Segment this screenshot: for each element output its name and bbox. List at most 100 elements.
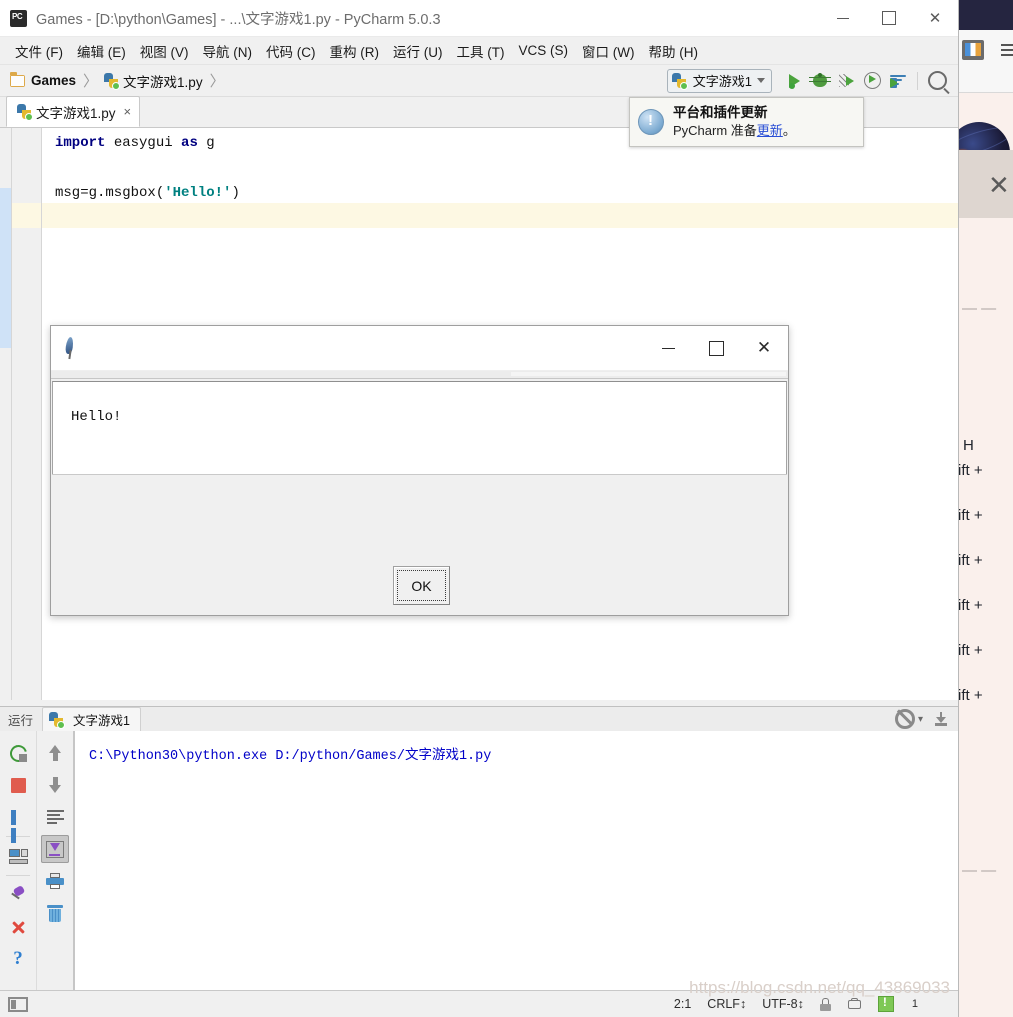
window-close-button[interactable]: ✕ <box>912 0 958 36</box>
window-title: Games - [D:\python\Games] - ...\文字游戏1.py… <box>36 11 441 28</box>
editor-tab-wenzi-youxi[interactable]: 文字游戏1.py × <box>6 96 141 127</box>
soft-wrap-button[interactable] <box>37 801 73 833</box>
export-icon[interactable] <box>934 712 948 726</box>
notification-balloon[interactable]: 平台和插件更新 PyCharm 准备更新。 <box>629 97 864 147</box>
chevron-down-icon[interactable] <box>757 78 765 83</box>
status-bar-right-group: 2:1 CRLF↕ UTF-8↕ 1 <box>674 995 958 1012</box>
pause-button[interactable] <box>0 801 36 843</box>
run-tool-window: 运行 文字游戏1 ▾ ? C:\Python30\python.exe D:/p… <box>0 706 958 1017</box>
layout-button[interactable] <box>0 840 36 872</box>
menu-run[interactable]: 运行 (U) <box>386 38 450 64</box>
run-config-python-icon <box>671 73 688 90</box>
close-button[interactable] <box>0 911 36 943</box>
run-tab[interactable]: 文字游戏1 <box>42 707 141 731</box>
code-line-3: msg=g.msgbox('Hello!') <box>55 185 240 201</box>
window-maximize-button[interactable] <box>866 0 912 36</box>
run-with-console-button[interactable] <box>885 69 911 93</box>
background-close-icon[interactable]: ✕ <box>988 170 1010 201</box>
editor-marker-strip[interactable] <box>0 128 12 700</box>
search-button[interactable] <box>924 69 950 93</box>
python-file-icon <box>104 73 121 90</box>
stop-button[interactable] <box>0 769 36 801</box>
database-icon[interactable] <box>847 997 862 1011</box>
title-bar: Games - [D:\python\Games] - ...\文字游戏1.py… <box>0 0 958 37</box>
rerun-button[interactable] <box>0 737 36 769</box>
menu-code[interactable]: 代码 (C) <box>259 38 323 64</box>
run-header-right-group: ▾ <box>894 709 958 729</box>
menu-window[interactable]: 窗口 (W) <box>575 38 641 64</box>
tk-minimize-button[interactable] <box>644 326 692 370</box>
folder-icon <box>10 71 25 87</box>
run-tool-header: 运行 文字游戏1 ▾ <box>0 707 958 732</box>
ok-button[interactable]: OK <box>393 566 450 605</box>
menu-help[interactable]: 帮助 (H) <box>642 38 706 64</box>
info-icon <box>638 109 664 135</box>
run-configuration-selector[interactable]: 文字游戏1 <box>666 68 772 93</box>
menu-vcs[interactable]: VCS (S) <box>512 40 576 61</box>
tk-maximize-button[interactable] <box>692 326 740 370</box>
file-encoding[interactable]: UTF-8↕ <box>762 997 804 1011</box>
next-occurrence-button[interactable] <box>37 769 73 801</box>
background-hint-letter: H <box>963 437 974 454</box>
inspection-count: 1 <box>911 998 918 1010</box>
menu-refactor[interactable]: 重构 (R) <box>323 38 387 64</box>
notification-body-post: 。 <box>782 123 796 139</box>
pin-tab-button[interactable] <box>0 879 36 911</box>
tk-close-button[interactable]: ✕ <box>740 326 788 370</box>
tk-message-text: Hello! <box>71 409 122 425</box>
breadcrumb-project[interactable]: Games <box>31 73 76 88</box>
help-button[interactable]: ? <box>0 943 36 975</box>
background-titlebar <box>958 0 1013 30</box>
run-right-toolbar <box>37 731 74 991</box>
caret-line-highlight <box>42 203 958 228</box>
run-settings-button[interactable]: ▾ <box>894 709 923 729</box>
tk-dialog-button-area: OK <box>52 474 787 614</box>
background-shortcut-3: ift + <box>958 597 983 614</box>
menu-navigate[interactable]: 导航 (N) <box>196 38 260 64</box>
profile-button[interactable] <box>859 69 885 93</box>
gear-icon <box>894 709 915 729</box>
tk-dialog-controls: ✕ <box>644 326 788 370</box>
background-shortcut-4: ift + <box>958 642 983 659</box>
clear-all-button[interactable] <box>37 897 73 929</box>
run-left-toolbar: ? <box>0 731 37 991</box>
breadcrumb-file[interactable]: 文字游戏1.py <box>123 71 203 91</box>
watermark-text: https://blog.csdn.net/qq_43869033 <box>689 978 950 997</box>
lock-icon[interactable] <box>819 997 831 1011</box>
background-shortcut-0: ift + <box>958 462 983 479</box>
scroll-to-end-button[interactable] <box>41 835 69 863</box>
editor-gutter[interactable] <box>12 128 42 700</box>
editor-tab-close-icon[interactable]: × <box>124 104 132 119</box>
run-tab-label: 文字游戏1 <box>73 714 130 728</box>
code-line-1: import easygui as g <box>55 135 215 151</box>
menu-tools[interactable]: 工具 (T) <box>450 38 512 64</box>
run-button[interactable] <box>781 69 807 93</box>
console-output-area[interactable]: C:\Python30\python.exe D:/python/Games/文… <box>74 731 958 991</box>
menu-view[interactable]: 视图 (V) <box>133 38 196 64</box>
notification-update-link[interactable]: 更新 <box>757 123 783 138</box>
pycharm-icon <box>10 9 27 27</box>
toolbar-right-group: 文字游戏1 <box>666 68 958 93</box>
caret-position[interactable]: 2:1 <box>674 997 691 1011</box>
toolwindow-toggle-icon[interactable] <box>8 996 28 1012</box>
code-editor[interactable]: import easygui as g msg=g.msgbox('Hello!… <box>0 97 958 700</box>
tab-python-icon <box>17 104 33 121</box>
prev-occurrence-button[interactable] <box>37 737 73 769</box>
hamburger-menu-icon[interactable] <box>1001 44 1013 56</box>
line-separator[interactable]: CRLF↕ <box>707 997 746 1011</box>
print-button[interactable] <box>37 865 73 897</box>
run-tool-body: ? C:\Python30\python.exe D:/python/Games… <box>0 731 958 991</box>
notification-body-pre: PyCharm 准备 <box>673 123 757 139</box>
tk-message-dialog[interactable]: ✕ Hello! OK <box>50 325 789 616</box>
menu-file[interactable]: 文件 (F) <box>8 38 70 64</box>
run-tool-title: 运行 <box>8 713 34 728</box>
window-minimize-button[interactable] <box>820 0 866 36</box>
breadcrumb-separator-2: 〉 <box>209 73 225 90</box>
gear-caret-icon[interactable]: ▾ <box>918 714 923 725</box>
coverage-button[interactable] <box>833 69 859 93</box>
inspection-status[interactable]: 1 <box>877 995 934 1012</box>
menu-edit[interactable]: 编辑 (E) <box>70 38 133 64</box>
tk-dialog-band <box>51 371 788 379</box>
debug-button[interactable] <box>807 69 833 93</box>
menu-bar: 文件 (F) 编辑 (E) 视图 (V) 导航 (N) 代码 (C) 重构 (R… <box>0 37 958 65</box>
